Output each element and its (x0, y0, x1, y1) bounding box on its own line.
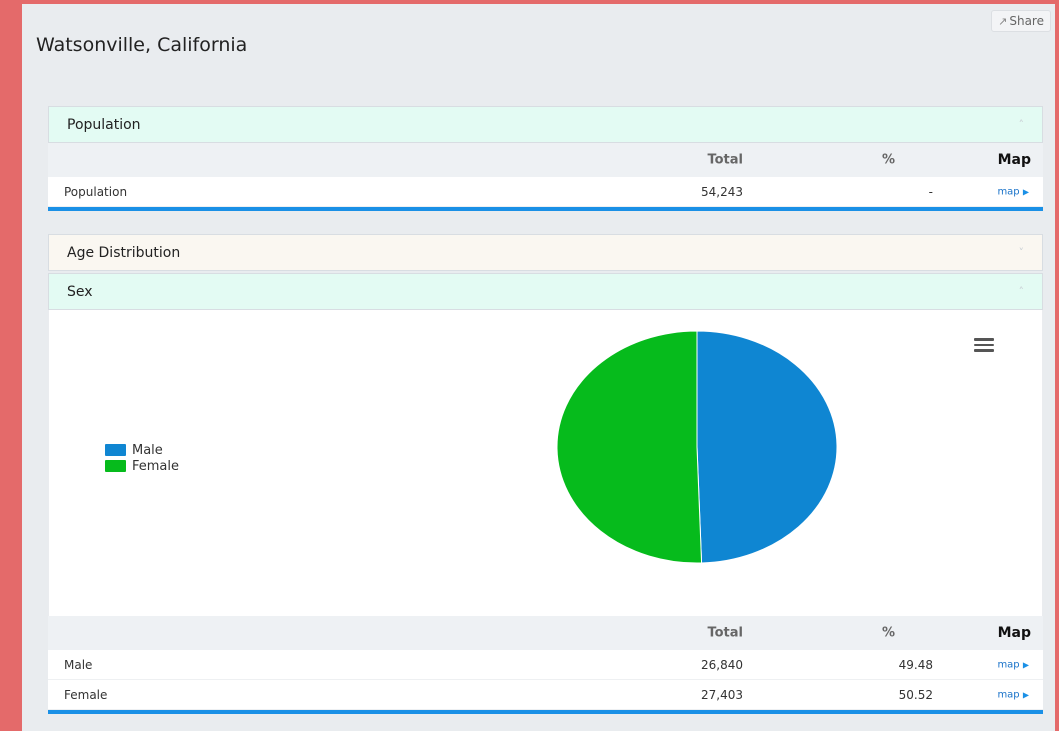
hamburger-menu-icon[interactable] (974, 338, 994, 352)
sex-table-header: Total % Map (48, 616, 1043, 650)
legend-swatch-female (105, 460, 126, 472)
row-name: Female (64, 687, 108, 702)
chevron-down-icon: ˅ (1018, 246, 1025, 259)
legend-item-female[interactable]: Female (105, 458, 179, 474)
table-row: Population 54,243 - map ▶ (48, 177, 1043, 207)
column-total: Total (707, 625, 743, 641)
share-icon: ↗ (998, 15, 1008, 28)
map-link[interactable]: map ▶ (997, 659, 1029, 670)
pie-chart (556, 330, 838, 564)
row-name: Population (64, 184, 128, 199)
table-row: Male 26,840 49.48 map ▶ (48, 650, 1043, 680)
legend-label-male: Male (132, 442, 163, 458)
population-title: Population (67, 116, 141, 133)
row-total: 54,243 (701, 184, 743, 199)
section-divider (48, 710, 1043, 714)
sex-panel: Sex ˄ Male Female Total % Map Male 26,84… (48, 273, 1043, 714)
triangle-right-icon: ▶ (1022, 690, 1029, 699)
column-map: Map (997, 625, 1031, 641)
table-row: Female 27,403 50.52 map ▶ (48, 680, 1043, 710)
column-total: Total (707, 152, 743, 168)
legend-swatch-male (105, 444, 126, 456)
pie-slice-female[interactable] (556, 330, 703, 564)
sex-title: Sex (67, 283, 93, 300)
chevron-up-icon: ˄ (1018, 285, 1025, 298)
triangle-right-icon: ▶ (1022, 660, 1029, 669)
pie-slice-male[interactable] (696, 330, 838, 564)
row-percent: 49.48 (898, 657, 933, 672)
sex-header[interactable]: Sex ˄ (48, 273, 1043, 310)
population-panel: Population ˄ Total % Map Population 54,2… (48, 106, 1043, 211)
share-label: Share (1009, 14, 1044, 28)
column-percent: % (881, 152, 895, 168)
section-divider (48, 207, 1043, 211)
row-percent: - (928, 184, 933, 199)
column-percent: % (881, 625, 895, 641)
row-total: 27,403 (701, 687, 743, 702)
map-link[interactable]: map ▶ (997, 186, 1029, 197)
column-map: Map (997, 152, 1031, 168)
chart-legend: Male Female (105, 442, 179, 474)
legend-item-male[interactable]: Male (105, 442, 179, 458)
page-title: Watsonville, California (36, 34, 248, 56)
legend-label-female: Female (132, 458, 180, 474)
map-link[interactable]: map ▶ (997, 689, 1029, 700)
sex-chart-area: Male Female (48, 310, 1043, 616)
share-button[interactable]: ↗ Share (991, 10, 1051, 32)
row-total: 26,840 (701, 657, 743, 672)
chevron-up-icon: ˄ (1018, 118, 1025, 131)
triangle-right-icon: ▶ (1022, 187, 1029, 196)
population-header[interactable]: Population ˄ (48, 106, 1043, 143)
row-percent: 50.52 (898, 687, 933, 702)
row-name: Male (64, 657, 93, 672)
age-distribution-header[interactable]: Age Distribution ˅ (48, 234, 1043, 271)
age-panel: Age Distribution ˅ (48, 234, 1043, 271)
right-edge-strip (1055, 0, 1059, 731)
population-table-header: Total % Map (48, 143, 1043, 177)
age-distribution-title: Age Distribution (67, 244, 181, 261)
page-container: ↗ Share Watsonville, California Populatio… (22, 0, 1059, 731)
